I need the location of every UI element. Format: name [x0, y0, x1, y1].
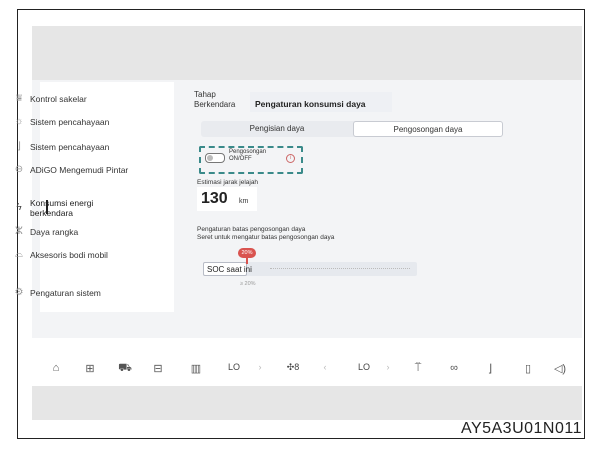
gear-icon: ⚙	[14, 287, 24, 298]
sidebar-item-kontrol-sakelar[interactable]: ⩸ Kontrol sakelar	[8, 93, 134, 105]
car-icon[interactable]: ⛟	[115, 362, 135, 376]
range-estimate-value: 130	[201, 190, 228, 207]
document-id: AY5A3U01N011	[460, 420, 582, 437]
sidebar-item-aksesoris[interactable]: ⌓ Aksesoris bodi mobil	[8, 249, 118, 261]
steering-wheel-icon: ⊖	[14, 164, 24, 175]
chevron-right-icon[interactable]: ›	[378, 362, 398, 372]
bottom-dock: ⌂ ⊞ ⛟ ⊟ ▥ LO › ✣8 ‹ LO › ⍡ ∞ ⌋ ▯ ◁)	[40, 352, 580, 386]
slider-handle[interactable]	[246, 258, 248, 264]
current-soc-label: SOC saat ini	[207, 265, 252, 274]
temp-left-label[interactable]: LO	[224, 362, 244, 372]
sidebar-item-label: Sistem pencahayaan	[30, 117, 110, 127]
slider-ticks	[270, 268, 410, 271]
discharge-limit-hint: Seret untuk mengatur batas pengosongan d…	[197, 234, 335, 241]
lightning-icon: ϟ	[16, 202, 22, 213]
seat-icon: ⌋	[17, 141, 21, 152]
status-bar	[32, 26, 582, 80]
range-estimate-label: Estimasi jarak jelajah	[197, 179, 259, 186]
page-title: Pengaturan konsumsi daya	[255, 99, 366, 109]
windshield-defrost-icon[interactable]: ⍡	[408, 362, 428, 375]
info-icon[interactable]: i	[286, 154, 295, 163]
tab-pengisian-daya[interactable]: Pengisian daya	[201, 121, 353, 137]
sidebar-item-label: Kontrol sakelar	[30, 94, 87, 104]
chassis-icon: ⵣ	[15, 226, 23, 237]
switch-lines-icon: ⩸	[15, 93, 23, 104]
limit-min-label: ≥ 20%	[240, 281, 256, 287]
air-recirculation-icon[interactable]: ∞	[442, 362, 466, 374]
discharge-toggle-switch[interactable]	[205, 153, 225, 163]
sidebar-item-label: Konsumsi energi berkendara	[30, 198, 94, 218]
seat-heat-icon[interactable]: ⌋	[480, 362, 500, 375]
discharge-limit-heading: Pengaturan batas pengosongan daya	[197, 226, 306, 233]
volume-icon[interactable]: ◁)	[550, 362, 570, 375]
sidebar-item-sistem-pencahayaan-2[interactable]: ⌋ Sistem pencahayaan	[8, 141, 118, 153]
bottom-bar	[32, 386, 582, 420]
discharge-limit-title: Pengaturan batas pengosongan daya Seret …	[197, 226, 334, 242]
sidebar-item-daya-rangka[interactable]: ⵣ Daya rangka	[8, 226, 134, 238]
discharge-toggle-label: Pengosongan ON/OFF	[229, 149, 267, 162]
sidebar-item-label: Daya rangka	[30, 227, 79, 237]
fan-speed-value: 8	[294, 362, 300, 372]
sidebar-item-label: ADiGO Mengemudi Pintar	[30, 165, 129, 175]
tab-bar: Pengisian daya Pengosongan daya	[201, 121, 503, 137]
home-icon[interactable]: ⌂	[46, 362, 66, 374]
sidebar-item-pengaturan-sistem[interactable]: ⚙ Pengaturan sistem	[8, 287, 134, 299]
range-estimate-unit: km	[239, 198, 249, 205]
sidebar-item-konsumsi-energi[interactable]: ϟ Konsumsi energi berkendara	[8, 198, 126, 218]
temp-right-label[interactable]: LO	[354, 362, 374, 372]
sidebar-item-label: Aksesoris bodi mobil	[30, 250, 108, 260]
chevron-right-icon[interactable]: ›	[250, 362, 270, 372]
rear-defrost-icon[interactable]: ▥	[186, 362, 206, 375]
fan-speed[interactable]: ✣8	[280, 362, 306, 373]
sidebar-item-label: Sistem pencahayaan	[30, 142, 110, 152]
sun-icon: ☼	[14, 116, 24, 127]
tab-pengosongan-daya[interactable]: Pengosongan daya	[353, 121, 503, 137]
car-icon: ⌓	[15, 249, 23, 260]
limit-value-bubble[interactable]: 20%	[238, 248, 256, 258]
sidebar-item-label: Pengaturan sistem	[30, 288, 101, 298]
chevron-left-icon: ‹	[323, 362, 327, 372]
phone-icon[interactable]: ▯	[518, 362, 538, 375]
breadcrumb-tahap: Tahap Berkendara	[194, 90, 236, 109]
sidebar-item-adigo[interactable]: ⊖ ADiGO Mengemudi Pintar	[8, 164, 136, 176]
sidebar-item-sistem-pencahayaan-1[interactable]: ☼ Sistem pencahayaan	[8, 116, 118, 128]
apps-grid-icon[interactable]: ⊞	[80, 362, 100, 375]
lock-icon[interactable]: ⊟	[148, 362, 168, 375]
